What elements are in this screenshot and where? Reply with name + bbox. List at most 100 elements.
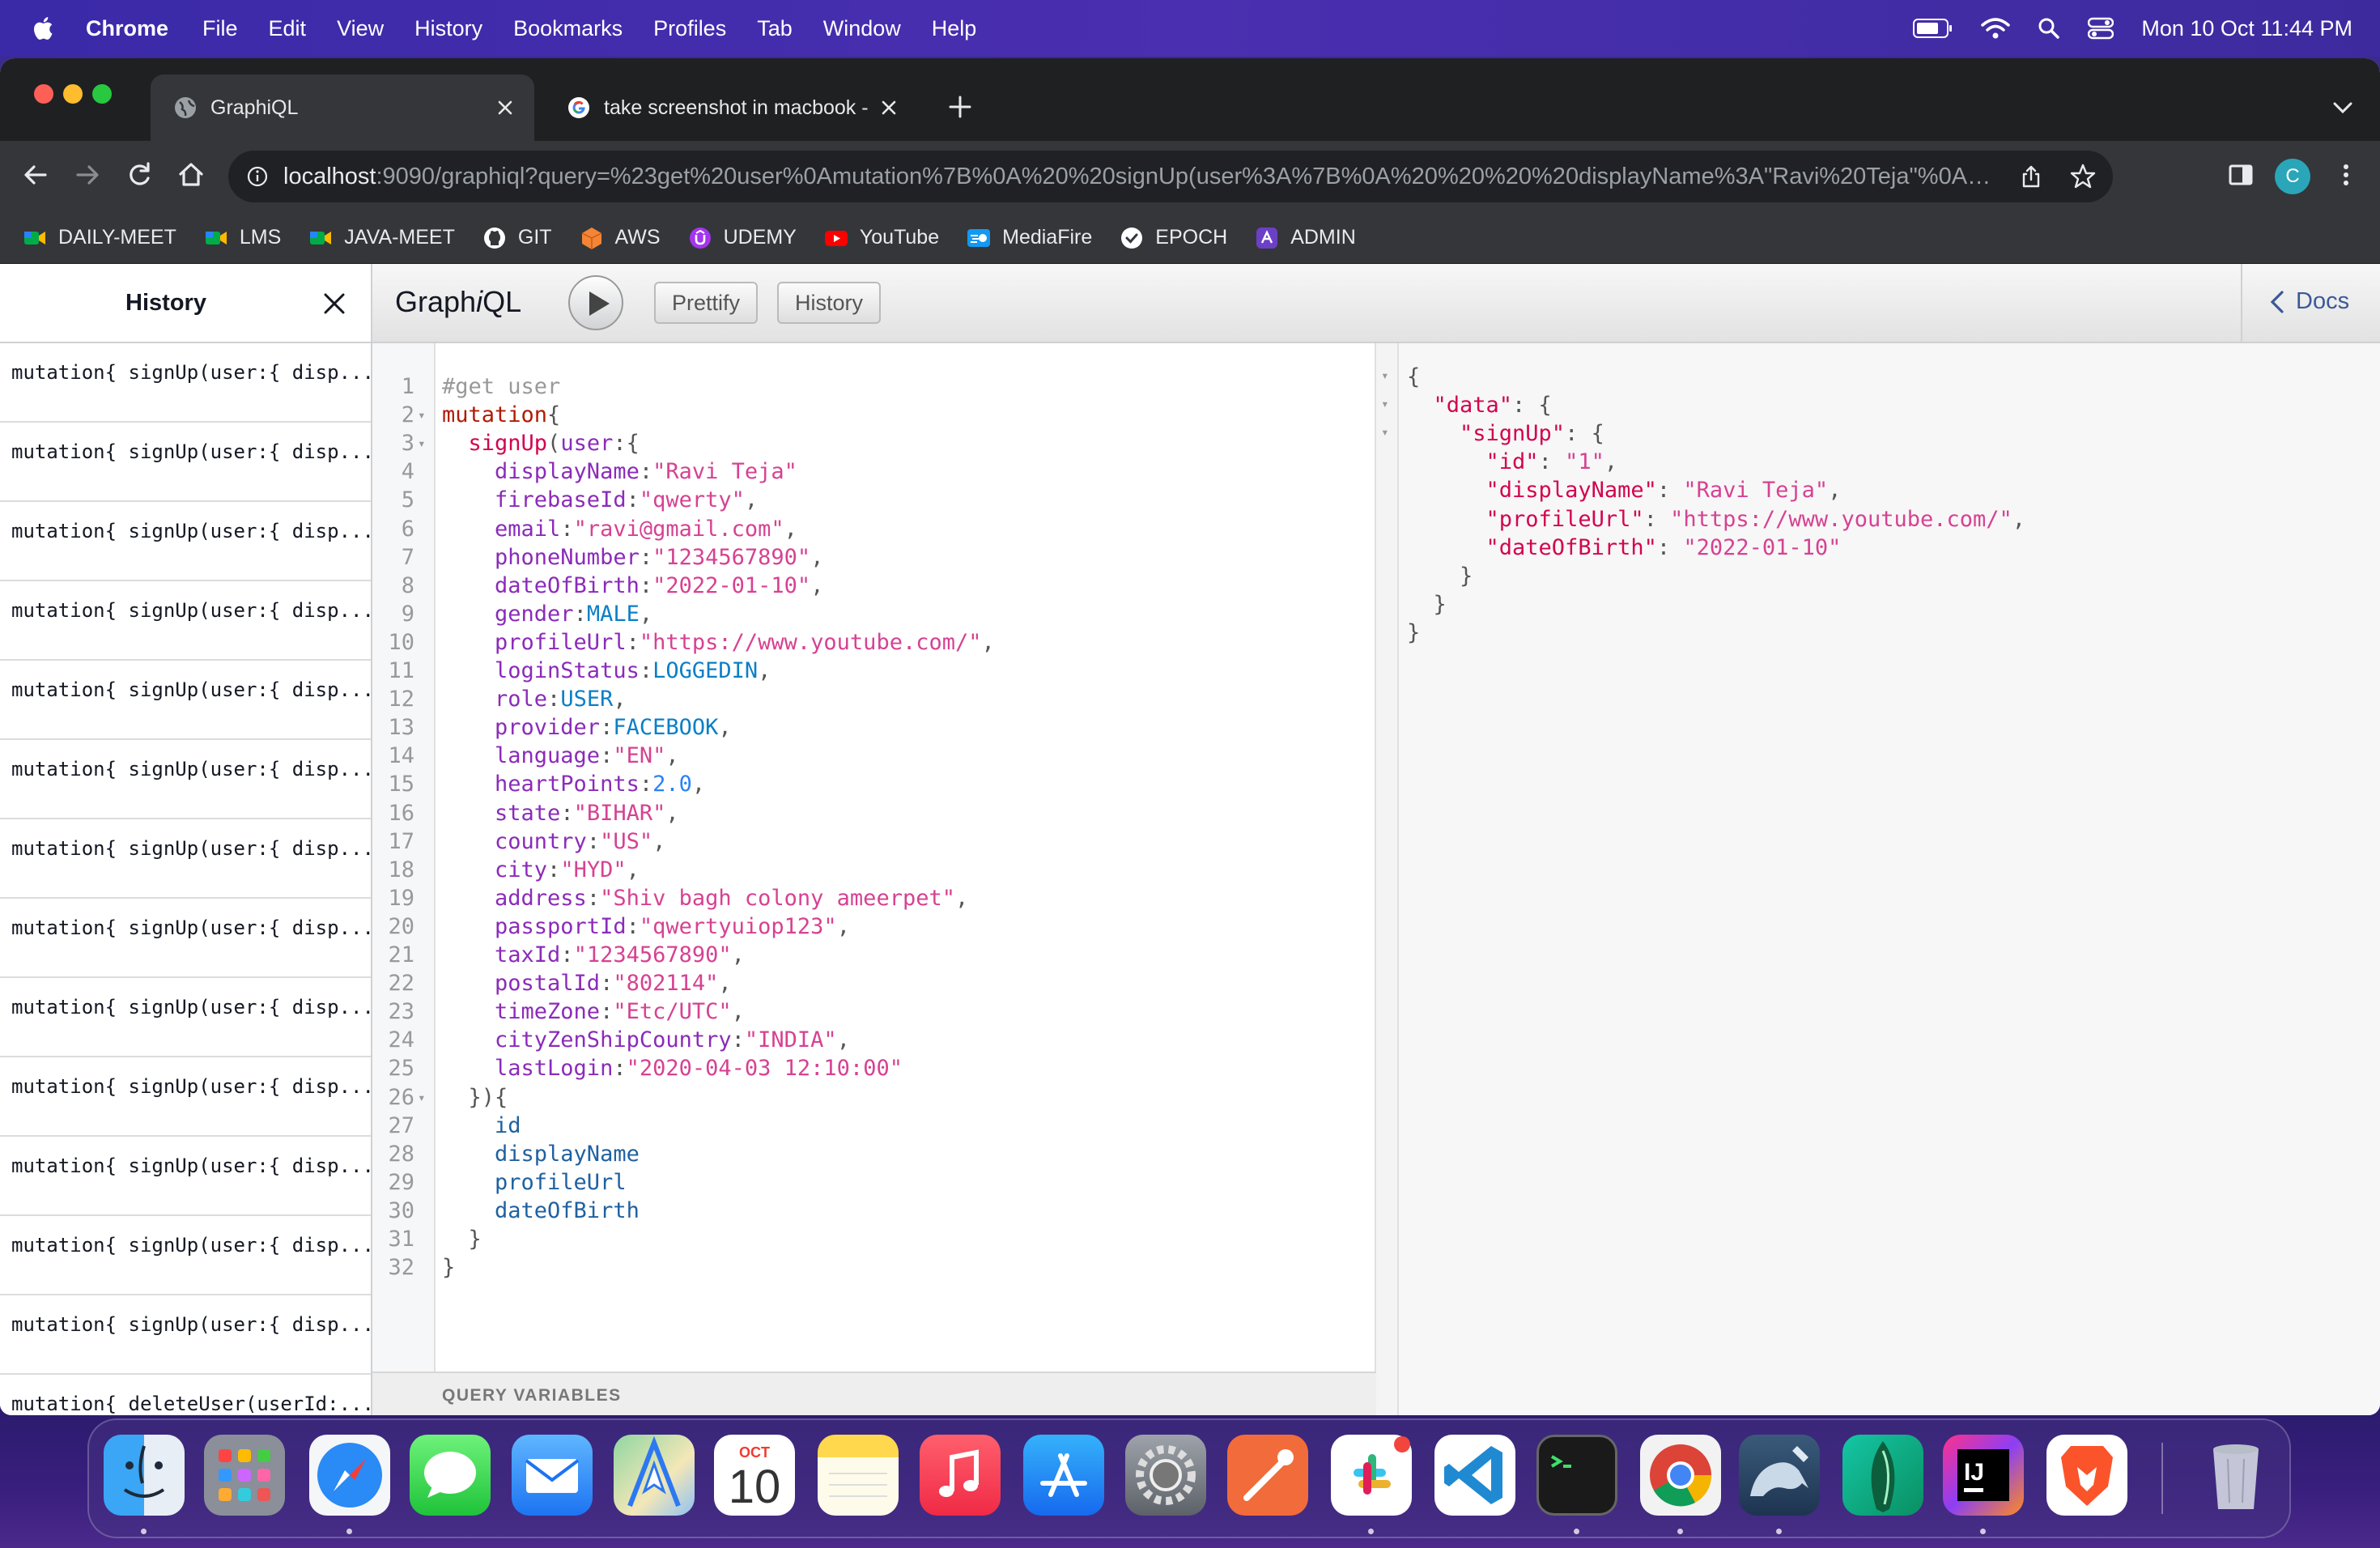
terminal-icon[interactable] [1536, 1435, 1617, 1516]
music-icon[interactable] [920, 1435, 1001, 1516]
brave-icon[interactable] [2046, 1435, 2127, 1516]
mail-icon[interactable] [512, 1435, 593, 1516]
launchpad-icon[interactable] [204, 1435, 285, 1516]
docs-link[interactable]: Docs [2270, 288, 2349, 315]
prettify-button[interactable]: Prettify [654, 282, 759, 324]
site-info-icon[interactable] [246, 165, 269, 188]
window-minimize-button[interactable] [63, 84, 83, 104]
postman-icon[interactable] [1227, 1435, 1308, 1516]
bookmark-lms[interactable]: LMS [204, 226, 281, 250]
bookmark-udemy[interactable]: UDEMY [688, 226, 797, 250]
bookmark-git[interactable]: GIT [482, 226, 552, 250]
history-item[interactable]: mutation{ signUp(user:{ disp... [0, 423, 371, 502]
tab-search-chevron-icon[interactable] [2331, 99, 2354, 117]
menu-edit[interactable]: Edit [269, 16, 307, 41]
kebab-menu-icon[interactable] [2330, 159, 2362, 191]
menu-help[interactable]: Help [932, 16, 977, 41]
history-item[interactable]: mutation{ signUp(user:{ disp... [0, 502, 371, 581]
query-editor[interactable]: 1 #get user 2 ▾ mutation{3 ▾ signUp(user:{4 d… [372, 343, 1376, 1415]
bookmark-admin[interactable]: ADMIN [1255, 226, 1356, 250]
mongodb-compass-icon[interactable] [1842, 1435, 1923, 1516]
back-arrow-icon[interactable] [19, 159, 52, 191]
history-toggle-button[interactable]: History [777, 282, 882, 324]
system-preferences-icon[interactable] [1125, 1435, 1206, 1516]
bookmark-java-meet[interactable]: JAVA-MEET [308, 226, 455, 250]
finder-icon[interactable] [104, 1435, 185, 1516]
result-fold-arrow-icon[interactable]: ▾ [1381, 368, 1389, 383]
mysql-workbench-icon[interactable] [1739, 1435, 1820, 1516]
trash-icon[interactable] [2195, 1435, 2276, 1516]
notes-icon[interactable] [818, 1435, 899, 1516]
menu-view[interactable]: View [337, 16, 384, 41]
pane-resizer[interactable] [1376, 343, 1399, 1415]
menu-bar-clock[interactable]: Mon 10 Oct 11:44 PM [2141, 16, 2352, 41]
slack-icon[interactable] [1331, 1435, 1412, 1516]
address-bar[interactable]: localhost :9090/graphiql?query=%23get%20… [228, 151, 2113, 202]
result-fold-arrow-icon[interactable]: ▾ [1381, 424, 1389, 440]
bookmark-aws[interactable]: AWS [580, 226, 661, 250]
fold-arrow-icon[interactable]: ▾ [418, 1083, 426, 1112]
query-variables-bar[interactable]: QUERY VARIABLES [372, 1372, 1376, 1415]
bookmark-daily-meet[interactable]: DAILY-MEET [23, 226, 176, 250]
chrome-icon[interactable] [1640, 1435, 1721, 1516]
history-item[interactable]: mutation{ deleteUser(userId:... [0, 1375, 371, 1415]
spotlight-search-icon[interactable] [2038, 17, 2060, 40]
profile-avatar[interactable]: C [2275, 159, 2310, 194]
tab-google-search[interactable]: take screenshot in macbook - [544, 74, 918, 141]
history-item[interactable]: mutation{ signUp(user:{ disp... [0, 740, 371, 819]
control-center-icon[interactable] [2088, 17, 2114, 40]
fold-arrow-icon[interactable]: ▾ [418, 401, 426, 429]
bookmark-mediafire[interactable]: MediaFire [967, 226, 1092, 250]
calendar-icon[interactable]: OCT 10 [714, 1435, 795, 1516]
window-zoom-button[interactable] [92, 84, 112, 104]
history-item[interactable]: mutation{ signUp(user:{ disp... [0, 581, 371, 661]
apple-logo-icon[interactable] [31, 15, 58, 42]
code-token: timeZone [442, 999, 601, 1025]
intellij-icon[interactable]: IJ [1943, 1435, 2024, 1516]
new-tab-plus-icon[interactable] [947, 94, 973, 120]
tab-close-icon[interactable] [495, 98, 515, 117]
app-store-icon[interactable] [1023, 1435, 1104, 1516]
safari-icon[interactable] [309, 1435, 390, 1516]
mediafire-icon [967, 228, 991, 247]
history-item[interactable]: mutation{ signUp(user:{ disp... [0, 978, 371, 1057]
window-close-button[interactable] [34, 84, 53, 104]
history-item[interactable]: mutation{ signUp(user:{ disp... [0, 1057, 371, 1137]
messages-icon[interactable] [410, 1435, 491, 1516]
history-panel-title: History [125, 290, 206, 316]
battery-icon[interactable] [1913, 18, 1953, 39]
bookmark-epoch[interactable]: EPOCH [1120, 226, 1227, 250]
menu-app-name[interactable]: Chrome [86, 16, 168, 41]
side-panel-icon[interactable] [2225, 159, 2257, 191]
history-item[interactable]: mutation{ signUp(user:{ disp... [0, 1295, 371, 1375]
history-item[interactable]: mutation{ signUp(user:{ disp... [0, 343, 371, 423]
history-item[interactable]: mutation{ signUp(user:{ disp... [0, 819, 371, 899]
menu-profiles[interactable]: Profiles [653, 16, 726, 41]
forward-arrow-icon[interactable] [71, 159, 104, 191]
home-icon[interactable] [175, 159, 207, 191]
bookmark-star-icon[interactable] [2069, 163, 2097, 190]
reload-icon[interactable] [123, 159, 155, 191]
tab-close-icon[interactable] [879, 98, 899, 117]
result-fold-arrow-icon[interactable]: ▾ [1381, 396, 1389, 411]
google-meet-icon [24, 231, 45, 245]
maps-icon[interactable] [614, 1435, 695, 1516]
menu-tab[interactable]: Tab [757, 16, 793, 41]
tab-graphiql[interactable]: GraphiQL [151, 74, 534, 141]
history-item[interactable]: mutation{ signUp(user:{ disp... [0, 1216, 371, 1295]
history-item[interactable]: mutation{ signUp(user:{ disp... [0, 661, 371, 740]
wifi-icon[interactable] [1981, 17, 2011, 40]
close-icon[interactable] [322, 291, 346, 316]
share-icon[interactable] [2019, 164, 2043, 189]
execute-query-button[interactable] [568, 275, 623, 330]
history-item[interactable]: mutation{ signUp(user:{ disp... [0, 899, 371, 978]
fold-arrow-icon[interactable]: ▾ [418, 429, 426, 457]
menu-window[interactable]: Window [823, 16, 901, 41]
line-number: 7 [401, 544, 414, 570]
menu-history[interactable]: History [414, 16, 482, 41]
menu-bookmarks[interactable]: Bookmarks [513, 16, 623, 41]
bookmark-youtube[interactable]: YouTube [824, 226, 939, 250]
history-item[interactable]: mutation{ signUp(user:{ disp... [0, 1137, 371, 1216]
menu-file[interactable]: File [202, 16, 238, 41]
vscode-icon[interactable] [1434, 1435, 1515, 1516]
